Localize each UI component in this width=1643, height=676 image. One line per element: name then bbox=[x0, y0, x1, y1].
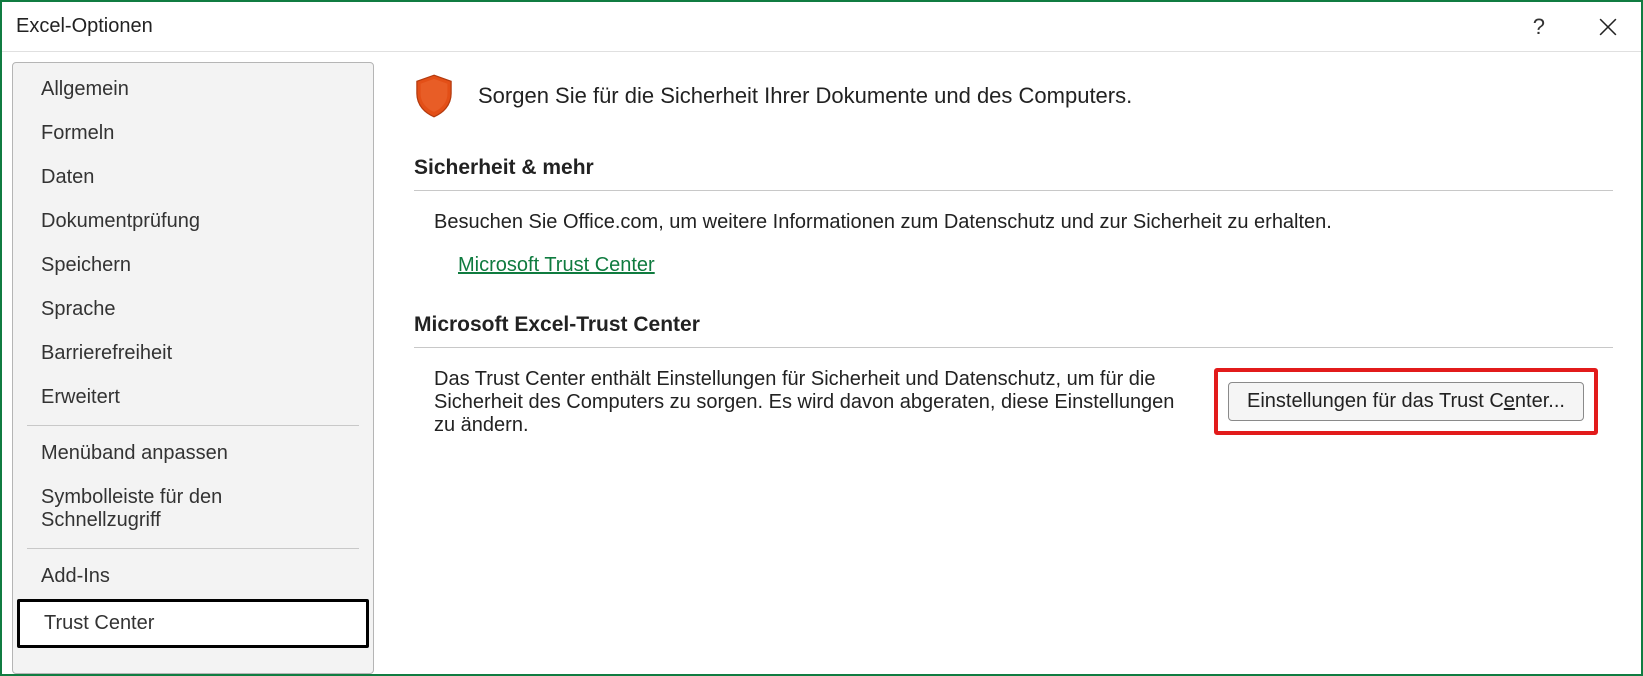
sidebar-item-sprache[interactable]: Sprache bbox=[17, 288, 369, 331]
sidebar-item-erweitert[interactable]: Erweitert bbox=[17, 376, 369, 419]
tc-button-underline: e bbox=[1504, 390, 1515, 412]
content-area: Sorgen Sie für die Sicherheit Ihrer Doku… bbox=[374, 52, 1641, 674]
help-icon[interactable]: ? bbox=[1533, 14, 1545, 40]
tc-button-suffix: nter... bbox=[1515, 390, 1565, 412]
sidebar-separator bbox=[27, 425, 359, 426]
window-title: Excel-Optionen bbox=[16, 15, 153, 38]
sidebar-item-speichern[interactable]: Speichern bbox=[17, 244, 369, 287]
microsoft-trust-center-link[interactable]: Microsoft Trust Center bbox=[458, 254, 655, 277]
tc-button-prefix: Einstellungen für das Trust C bbox=[1247, 390, 1504, 412]
section1-body-text: Besuchen Sie Office.com, um weitere Info… bbox=[434, 211, 1332, 233]
titlebar: Excel-Optionen ? bbox=[2, 2, 1641, 52]
sidebar-item-formeln[interactable]: Formeln bbox=[17, 112, 369, 155]
sidebar-item-allgemein[interactable]: Allgemein bbox=[17, 68, 369, 111]
titlebar-controls: ? bbox=[1533, 14, 1627, 40]
intro-row: Sorgen Sie für die Sicherheit Ihrer Doku… bbox=[414, 76, 1613, 116]
shield-icon bbox=[414, 76, 454, 116]
excel-options-dialog: Excel-Optionen ? Allgemein Formeln Daten… bbox=[0, 0, 1643, 676]
section-title-trust-center: Microsoft Excel-Trust Center bbox=[414, 313, 1613, 337]
intro-text: Sorgen Sie für die Sicherheit Ihrer Doku… bbox=[478, 83, 1132, 109]
sidebar-item-addins[interactable]: Add-Ins bbox=[17, 555, 369, 598]
section-body-sicherheit: Besuchen Sie Office.com, um weitere Info… bbox=[414, 211, 1613, 277]
sidebar: Allgemein Formeln Daten Dokumentprüfung … bbox=[12, 62, 374, 674]
section-title-sicherheit: Sicherheit & mehr bbox=[414, 156, 1613, 180]
sidebar-item-dokumentpruefung[interactable]: Dokumentprüfung bbox=[17, 200, 369, 243]
sidebar-item-schnellzugriff[interactable]: Symbolleiste für den Schnellzugriff bbox=[17, 476, 369, 542]
close-icon[interactable] bbox=[1599, 18, 1617, 36]
trust-center-settings-button[interactable]: Einstellungen für das Trust Center... bbox=[1228, 382, 1584, 421]
highlight-box: Einstellungen für das Trust Center... bbox=[1214, 368, 1598, 435]
sidebar-item-menueband[interactable]: Menüband anpassen bbox=[17, 432, 369, 475]
sidebar-separator bbox=[27, 548, 359, 549]
sidebar-item-trust-center[interactable]: Trust Center bbox=[17, 599, 369, 648]
section-rule bbox=[414, 190, 1613, 191]
body-area: Allgemein Formeln Daten Dokumentprüfung … bbox=[2, 52, 1641, 674]
trust-center-description: Das Trust Center enthält Einstellungen f… bbox=[434, 368, 1194, 437]
section-rule bbox=[414, 347, 1613, 348]
section-body-trust-center: Das Trust Center enthält Einstellungen f… bbox=[414, 368, 1613, 437]
sidebar-item-daten[interactable]: Daten bbox=[17, 156, 369, 199]
sidebar-item-barrierefreiheit[interactable]: Barrierefreiheit bbox=[17, 332, 369, 375]
trust-center-row: Das Trust Center enthält Einstellungen f… bbox=[434, 368, 1613, 437]
